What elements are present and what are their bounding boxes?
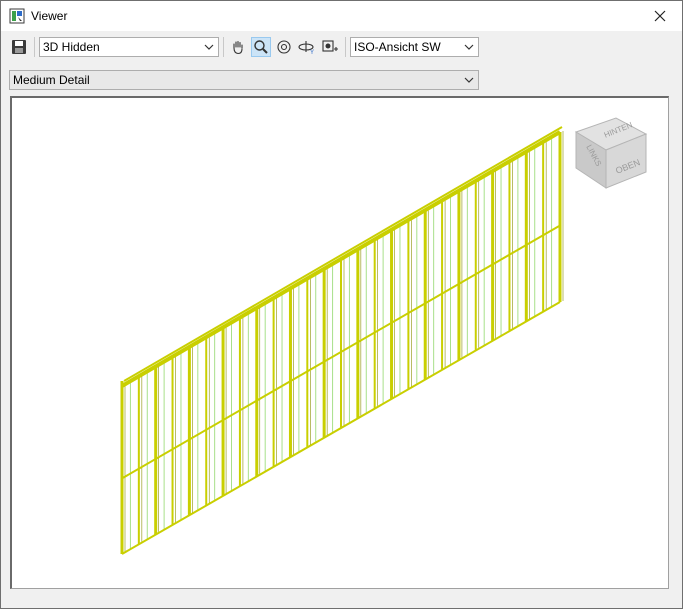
viewcube[interactable]: HINTEN LINKS OBEN [572, 112, 652, 192]
title-bar: Viewer [1, 1, 682, 31]
toolbar-separator [34, 37, 35, 57]
top-beam-upper [123, 126, 563, 382]
zoom-icon [254, 40, 268, 54]
toolbar: 3D Hidden Y ISO-Ansicht SW [1, 31, 682, 63]
pan-icon [233, 40, 243, 55]
visual-style-value: 3D Hidden [43, 40, 100, 54]
chevron-down-icon [464, 44, 474, 50]
view-value: ISO-Ansicht SW [354, 40, 441, 54]
camera-button[interactable] [320, 37, 340, 57]
pan-button[interactable] [228, 37, 248, 57]
viewer-window: Viewer 3D Hidden Y ISO-Ansicht SW Medium… [0, 0, 683, 609]
detail-level-value: Medium Detail [13, 73, 90, 87]
window-title: Viewer [31, 9, 68, 23]
zoom-button[interactable] [251, 37, 271, 57]
toolbar-separator [223, 37, 224, 57]
toolbar-separator [345, 37, 346, 57]
status-bar [1, 589, 682, 608]
viewer-app-icon [9, 8, 25, 24]
detail-level-dropdown[interactable]: Medium Detail [9, 70, 479, 90]
rotate-button[interactable]: Y [297, 37, 317, 57]
save-button[interactable] [9, 37, 29, 57]
chevron-down-icon [204, 44, 214, 50]
orbit-icon [277, 40, 291, 54]
save-icon [12, 40, 26, 54]
close-icon [654, 10, 666, 22]
wall-model [120, 126, 564, 555]
chevron-down-icon [464, 77, 474, 83]
visual-style-dropdown[interactable]: 3D Hidden [39, 37, 219, 57]
rotate-icon: Y [298, 41, 314, 55]
close-button[interactable] [638, 1, 682, 31]
3d-viewport[interactable]: HINTEN LINKS OBEN [10, 96, 669, 589]
camera-icon [322, 40, 338, 52]
svg-text:Y: Y [310, 50, 314, 55]
orbit-button[interactable] [274, 37, 294, 57]
view-dropdown[interactable]: ISO-Ansicht SW [350, 37, 479, 57]
